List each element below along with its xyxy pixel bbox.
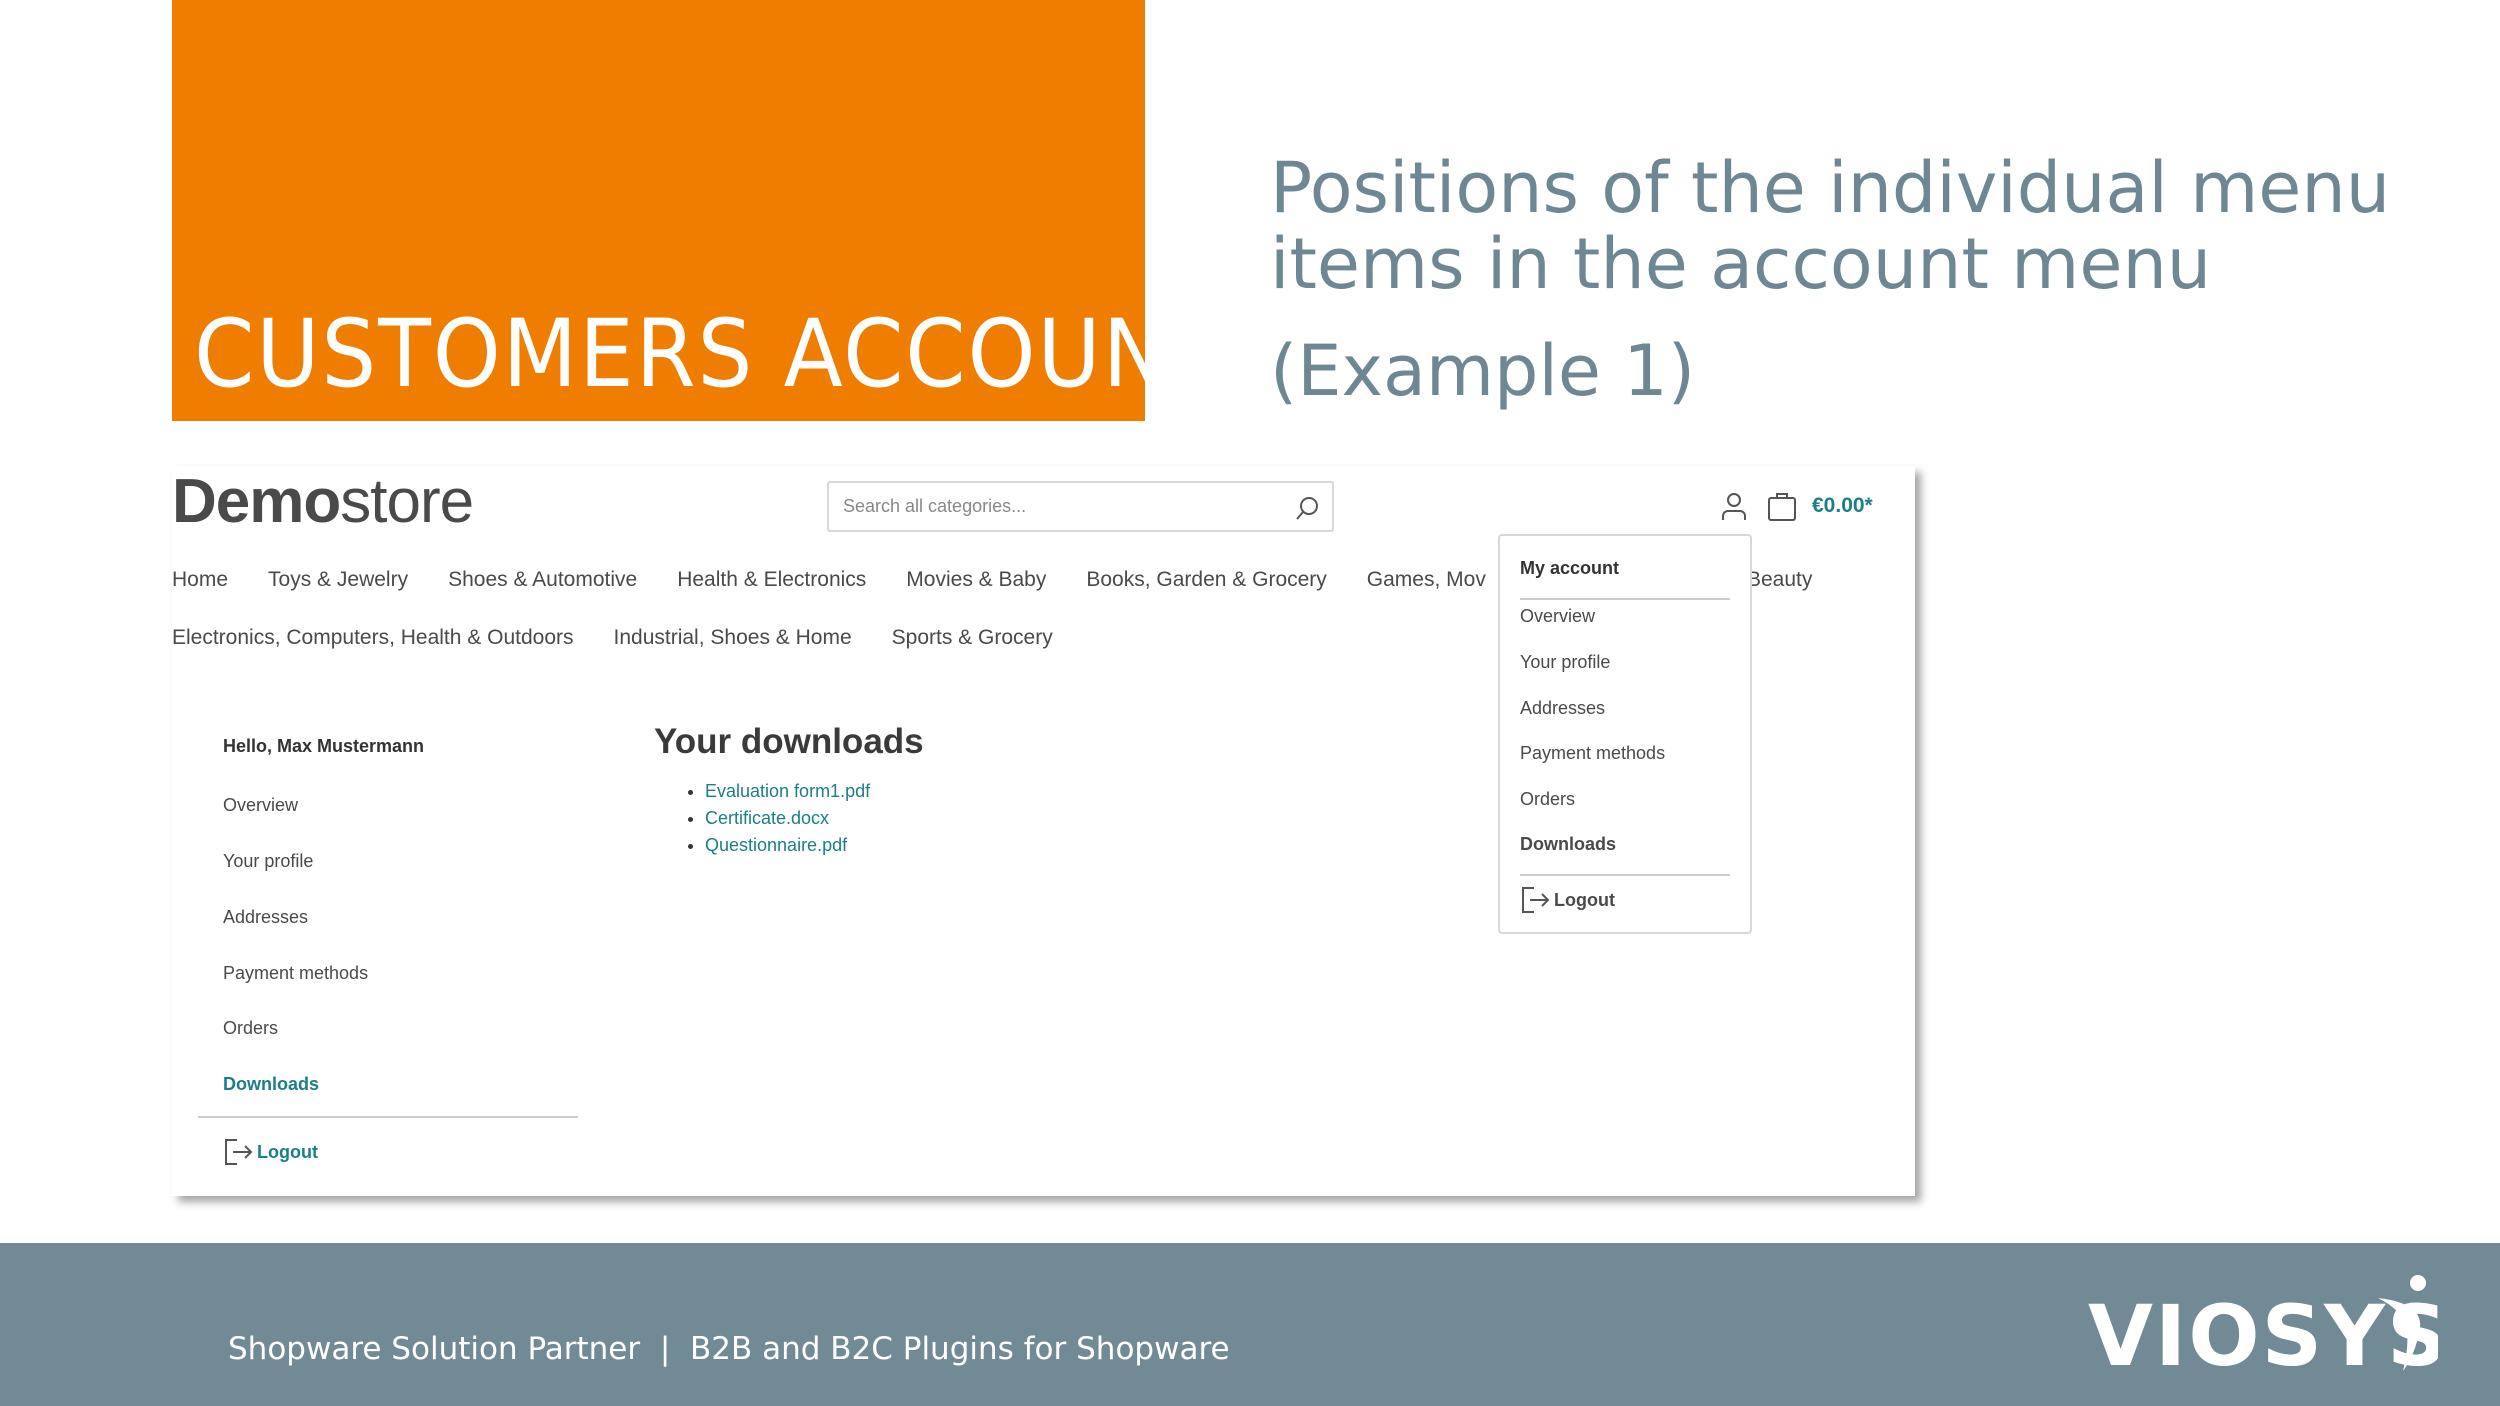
nav-item[interactable]: Books, Garden & Grocery xyxy=(1086,568,1326,591)
dropdown-title: My account xyxy=(1520,558,1620,578)
sidebar-item-profile[interactable]: Your profile xyxy=(223,851,313,872)
footer: Shopware Solution Partner | B2B and B2C … xyxy=(0,1243,2500,1406)
viosys-logo: VIOSYS xyxy=(2088,1275,2438,1383)
cart-total[interactable]: €0.00* xyxy=(1812,494,1873,518)
logout-label: Logout xyxy=(1554,889,1615,910)
dropdown-logout[interactable]: Logout xyxy=(1520,886,1615,914)
section-banner: CUSTOMERS ACCOUNT xyxy=(172,0,1222,421)
cart-icon[interactable] xyxy=(1767,492,1797,522)
sidebar-logout[interactable]: Logout xyxy=(223,1138,318,1166)
greeting: Hello, Max Mustermann xyxy=(223,736,425,756)
nav-item[interactable]: Movies & Baby xyxy=(906,568,1046,591)
section-title: CUSTOMERS ACCOUNT xyxy=(194,300,1224,409)
nav-item[interactable]: Toys & Jewelry xyxy=(268,568,408,591)
main-nav-row-2: Electronics, Computers, Health & Outdoor… xyxy=(172,626,1093,650)
nav-item[interactable]: Sports & Grocery xyxy=(892,626,1053,649)
logo-light: store xyxy=(340,467,474,536)
logout-label: Logout xyxy=(257,1141,318,1162)
nav-item[interactable]: Electronics, Computers, Health & Outdoor… xyxy=(172,626,574,649)
nav-item[interactable]: Industrial, Shoes & Home xyxy=(614,626,852,649)
nav-item[interactable]: Games, Mov xyxy=(1367,568,1486,591)
downloads-title: Your downloads xyxy=(654,722,924,761)
main-nav-row-1: Home Toys & Jewelry Shoes & Automotive Heal… xyxy=(172,568,1526,592)
slide-subheading: (Example 1) xyxy=(1270,330,1696,412)
dropdown-item-payment[interactable]: Payment methods xyxy=(1520,743,1665,764)
sidebar-item-payment[interactable]: Payment methods xyxy=(223,963,368,984)
search-icon[interactable] xyxy=(1294,496,1320,522)
nav-item[interactable]: Health & Electronics xyxy=(677,568,866,591)
nav-item[interactable]: Beauty xyxy=(1747,568,1812,592)
logout-icon xyxy=(225,1139,253,1165)
download-link[interactable]: Evaluation form1.pdf xyxy=(705,778,870,805)
dropdown-divider xyxy=(1520,874,1730,876)
user-icon[interactable] xyxy=(1721,492,1747,522)
sidebar-item-addresses[interactable]: Addresses xyxy=(223,907,308,928)
slide-heading: Positions of the individual menu items i… xyxy=(1270,147,2391,305)
sidebar-item-downloads[interactable]: Downloads xyxy=(223,1074,319,1095)
sidebar-divider xyxy=(198,1116,578,1118)
footer-tagline: Shopware Solution Partner | B2B and B2C … xyxy=(228,1331,1230,1367)
download-link[interactable]: Certificate.docx xyxy=(705,805,870,832)
store-logo[interactable]: Demostore xyxy=(172,466,474,537)
download-link[interactable]: Questionnaire.pdf xyxy=(705,832,870,859)
dropdown-item-downloads[interactable]: Downloads xyxy=(1520,834,1616,855)
store-screenshot: Demostore Search all categories... €0.00… xyxy=(172,466,1915,1196)
dropdown-divider xyxy=(1520,598,1730,600)
nav-item[interactable]: Home xyxy=(172,568,228,591)
downloads-list: Evaluation form1.pdf Certificate.docx Qu… xyxy=(705,778,870,859)
sidebar-item-orders[interactable]: Orders xyxy=(223,1018,278,1039)
dropdown-item-overview[interactable]: Overview xyxy=(1520,606,1595,627)
dropdown-item-addresses[interactable]: Addresses xyxy=(1520,698,1605,719)
dropdown-item-orders[interactable]: Orders xyxy=(1520,789,1575,810)
search-input[interactable]: Search all categories... xyxy=(827,481,1334,532)
sidebar-item-overview[interactable]: Overview xyxy=(223,795,298,816)
dropdown-item-profile[interactable]: Your profile xyxy=(1520,652,1610,673)
logout-icon xyxy=(1522,887,1550,913)
nav-item[interactable]: Shoes & Automotive xyxy=(448,568,637,591)
account-dropdown: My account Overview Your profile Address… xyxy=(1498,534,1752,934)
logo-bold: Demo xyxy=(172,467,341,536)
